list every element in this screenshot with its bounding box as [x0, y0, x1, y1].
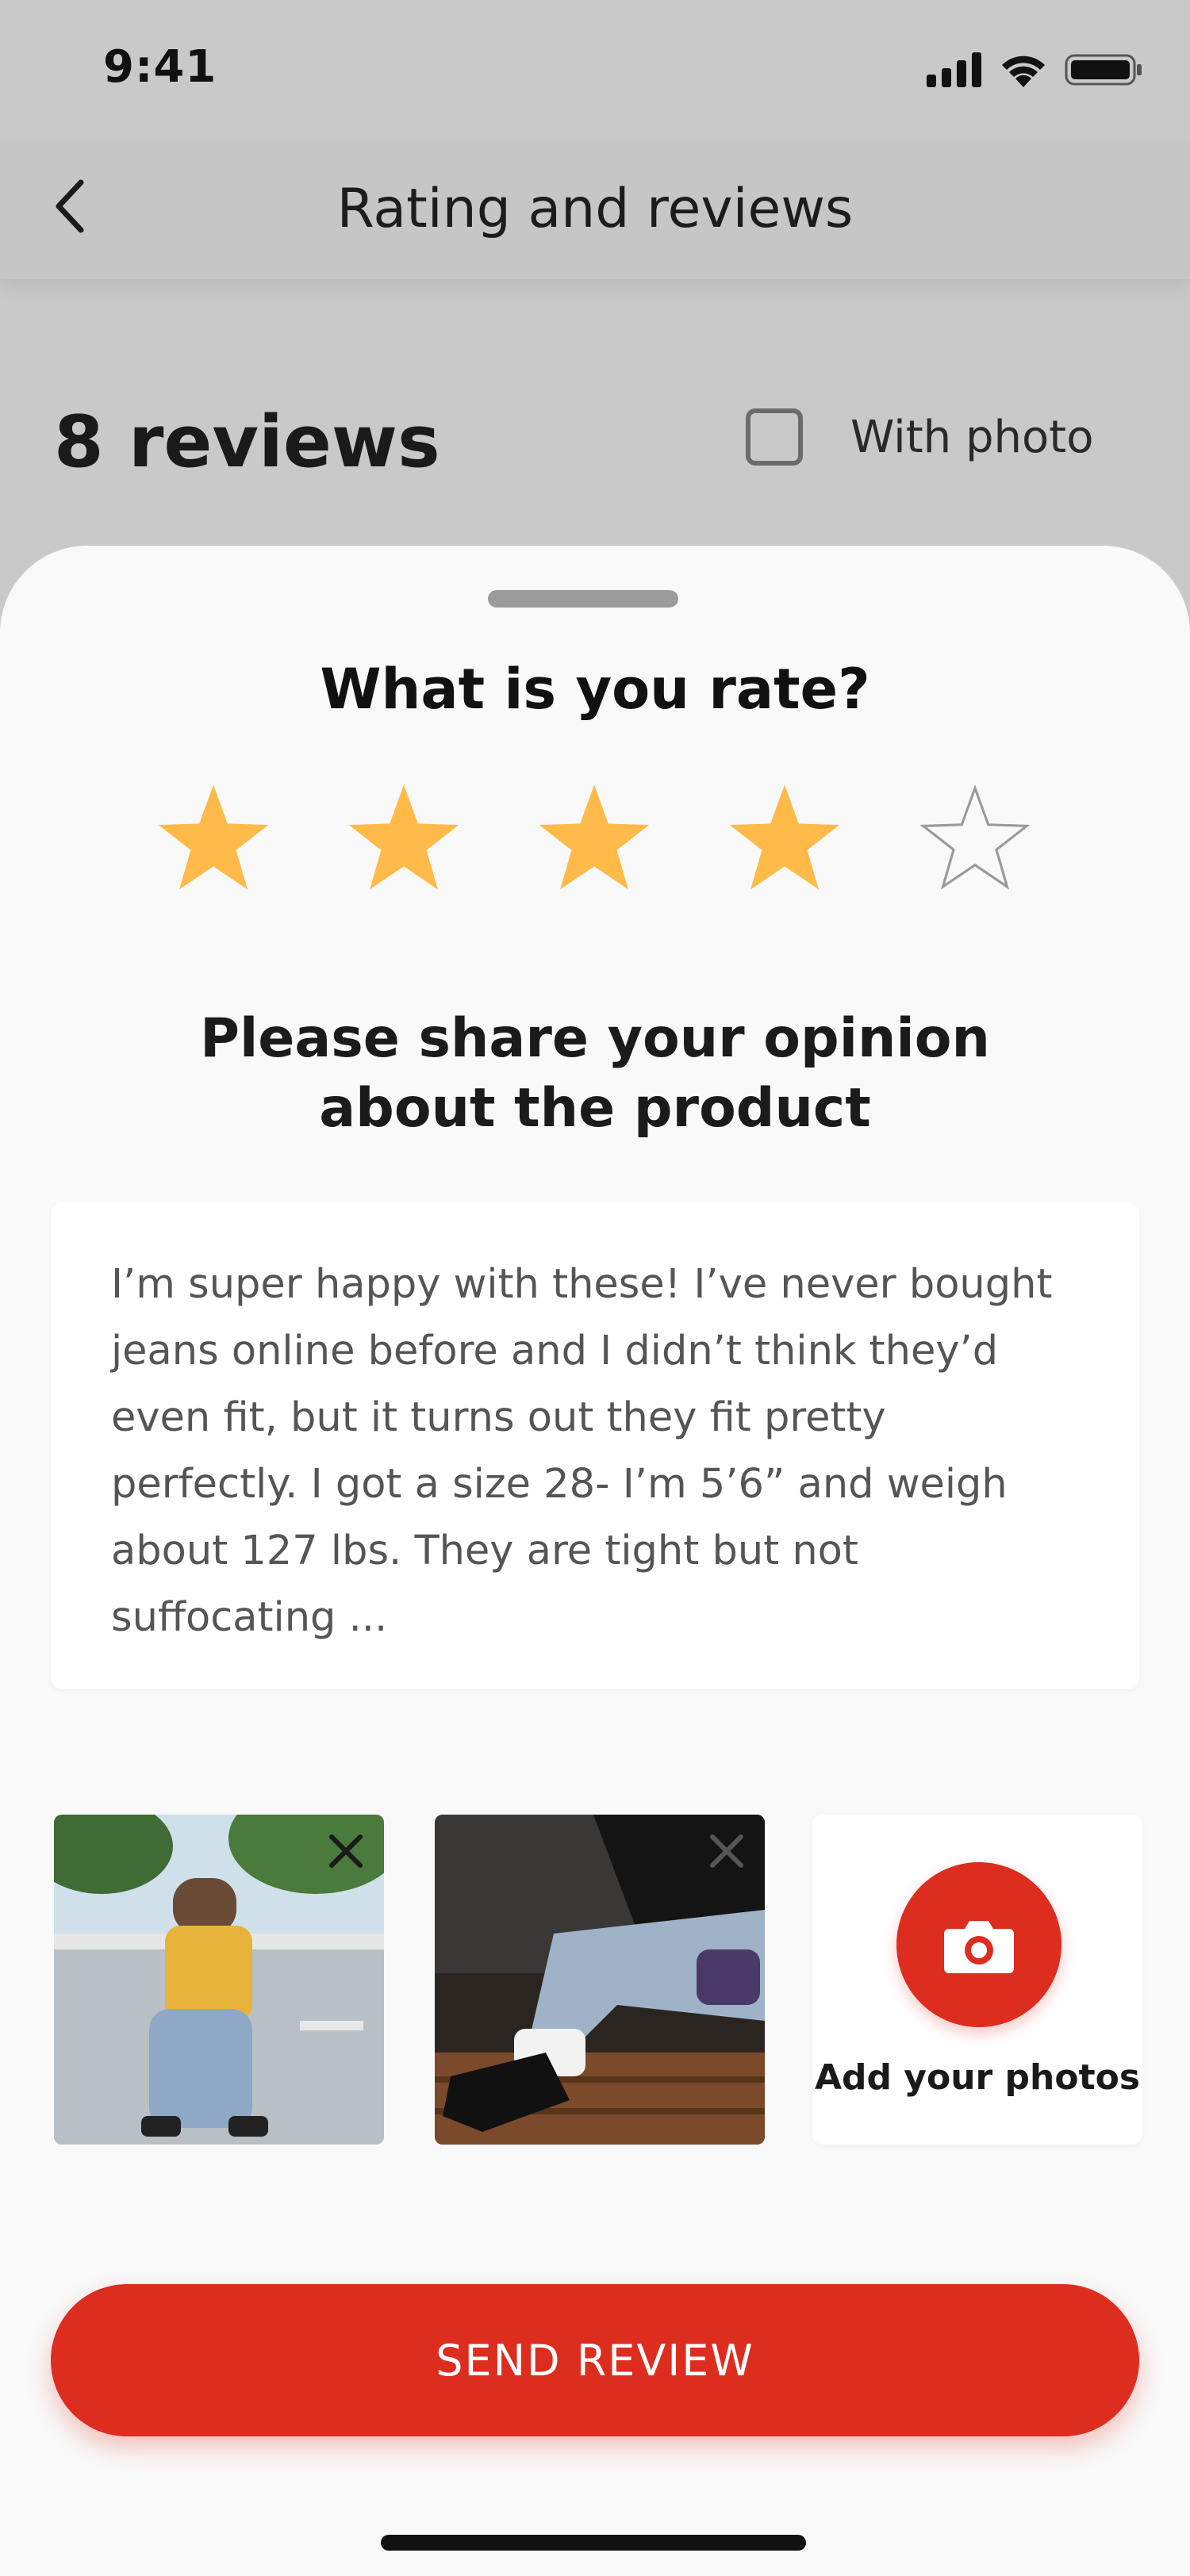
- send-review-button[interactable]: SEND REVIEW: [51, 2284, 1139, 2436]
- rating-question: What is you rate?: [320, 657, 870, 722]
- with-photo-checkbox[interactable]: [746, 408, 803, 466]
- star-5-icon[interactable]: [919, 784, 1031, 896]
- attached-photo-2[interactable]: [435, 1815, 765, 2145]
- photo-attachments: Add your photos: [54, 1815, 1142, 2148]
- review-bottom-sheet: What is you rate? Please share your opin…: [0, 546, 1190, 2576]
- page-title: Rating and reviews: [336, 178, 854, 240]
- navigation-header: Rating and reviews: [0, 143, 1190, 279]
- star-2-icon[interactable]: [347, 784, 460, 896]
- with-photo-label: With photo: [850, 411, 1094, 463]
- add-photos-label: Add your photos: [814, 2057, 1141, 2098]
- star-3-icon[interactable]: [538, 784, 651, 896]
- remove-photo-1-icon[interactable]: [322, 1827, 370, 1875]
- review-text-area[interactable]: I’m super happy with these! I’ve never b…: [51, 1202, 1139, 1689]
- battery-icon: [1065, 54, 1142, 86]
- sheet-drag-handle[interactable]: [488, 590, 678, 608]
- home-indicator: [381, 2535, 806, 2551]
- cellular-signal-icon: [927, 52, 981, 87]
- status-time: 9:41: [103, 41, 217, 93]
- reviews-count: 8 reviews: [54, 401, 440, 484]
- star-4-icon[interactable]: [728, 784, 841, 896]
- camera-button[interactable]: [896, 1862, 1061, 2027]
- status-bar: 9:41: [0, 0, 1190, 143]
- with-photo-filter[interactable]: With photo: [746, 408, 1093, 466]
- wifi-icon: [1002, 56, 1045, 87]
- review-text: I’m super happy with these! I’ve never b…: [111, 1261, 1053, 1641]
- opinion-prompt: Please share your opinion about the prod…: [175, 1004, 1015, 1144]
- add-photos-button[interactable]: Add your photos: [812, 1815, 1142, 2145]
- star-1-icon[interactable]: [157, 784, 270, 896]
- status-icons: [927, 52, 1142, 87]
- remove-photo-2-icon[interactable]: [703, 1827, 750, 1875]
- opinion-prompt-line-2: about the product: [319, 1077, 871, 1140]
- star-rating: [157, 784, 1038, 895]
- attached-photo-1[interactable]: [54, 1815, 384, 2145]
- opinion-prompt-line-1: Please share your opinion: [200, 1007, 990, 1070]
- camera-icon: [944, 1921, 1014, 1973]
